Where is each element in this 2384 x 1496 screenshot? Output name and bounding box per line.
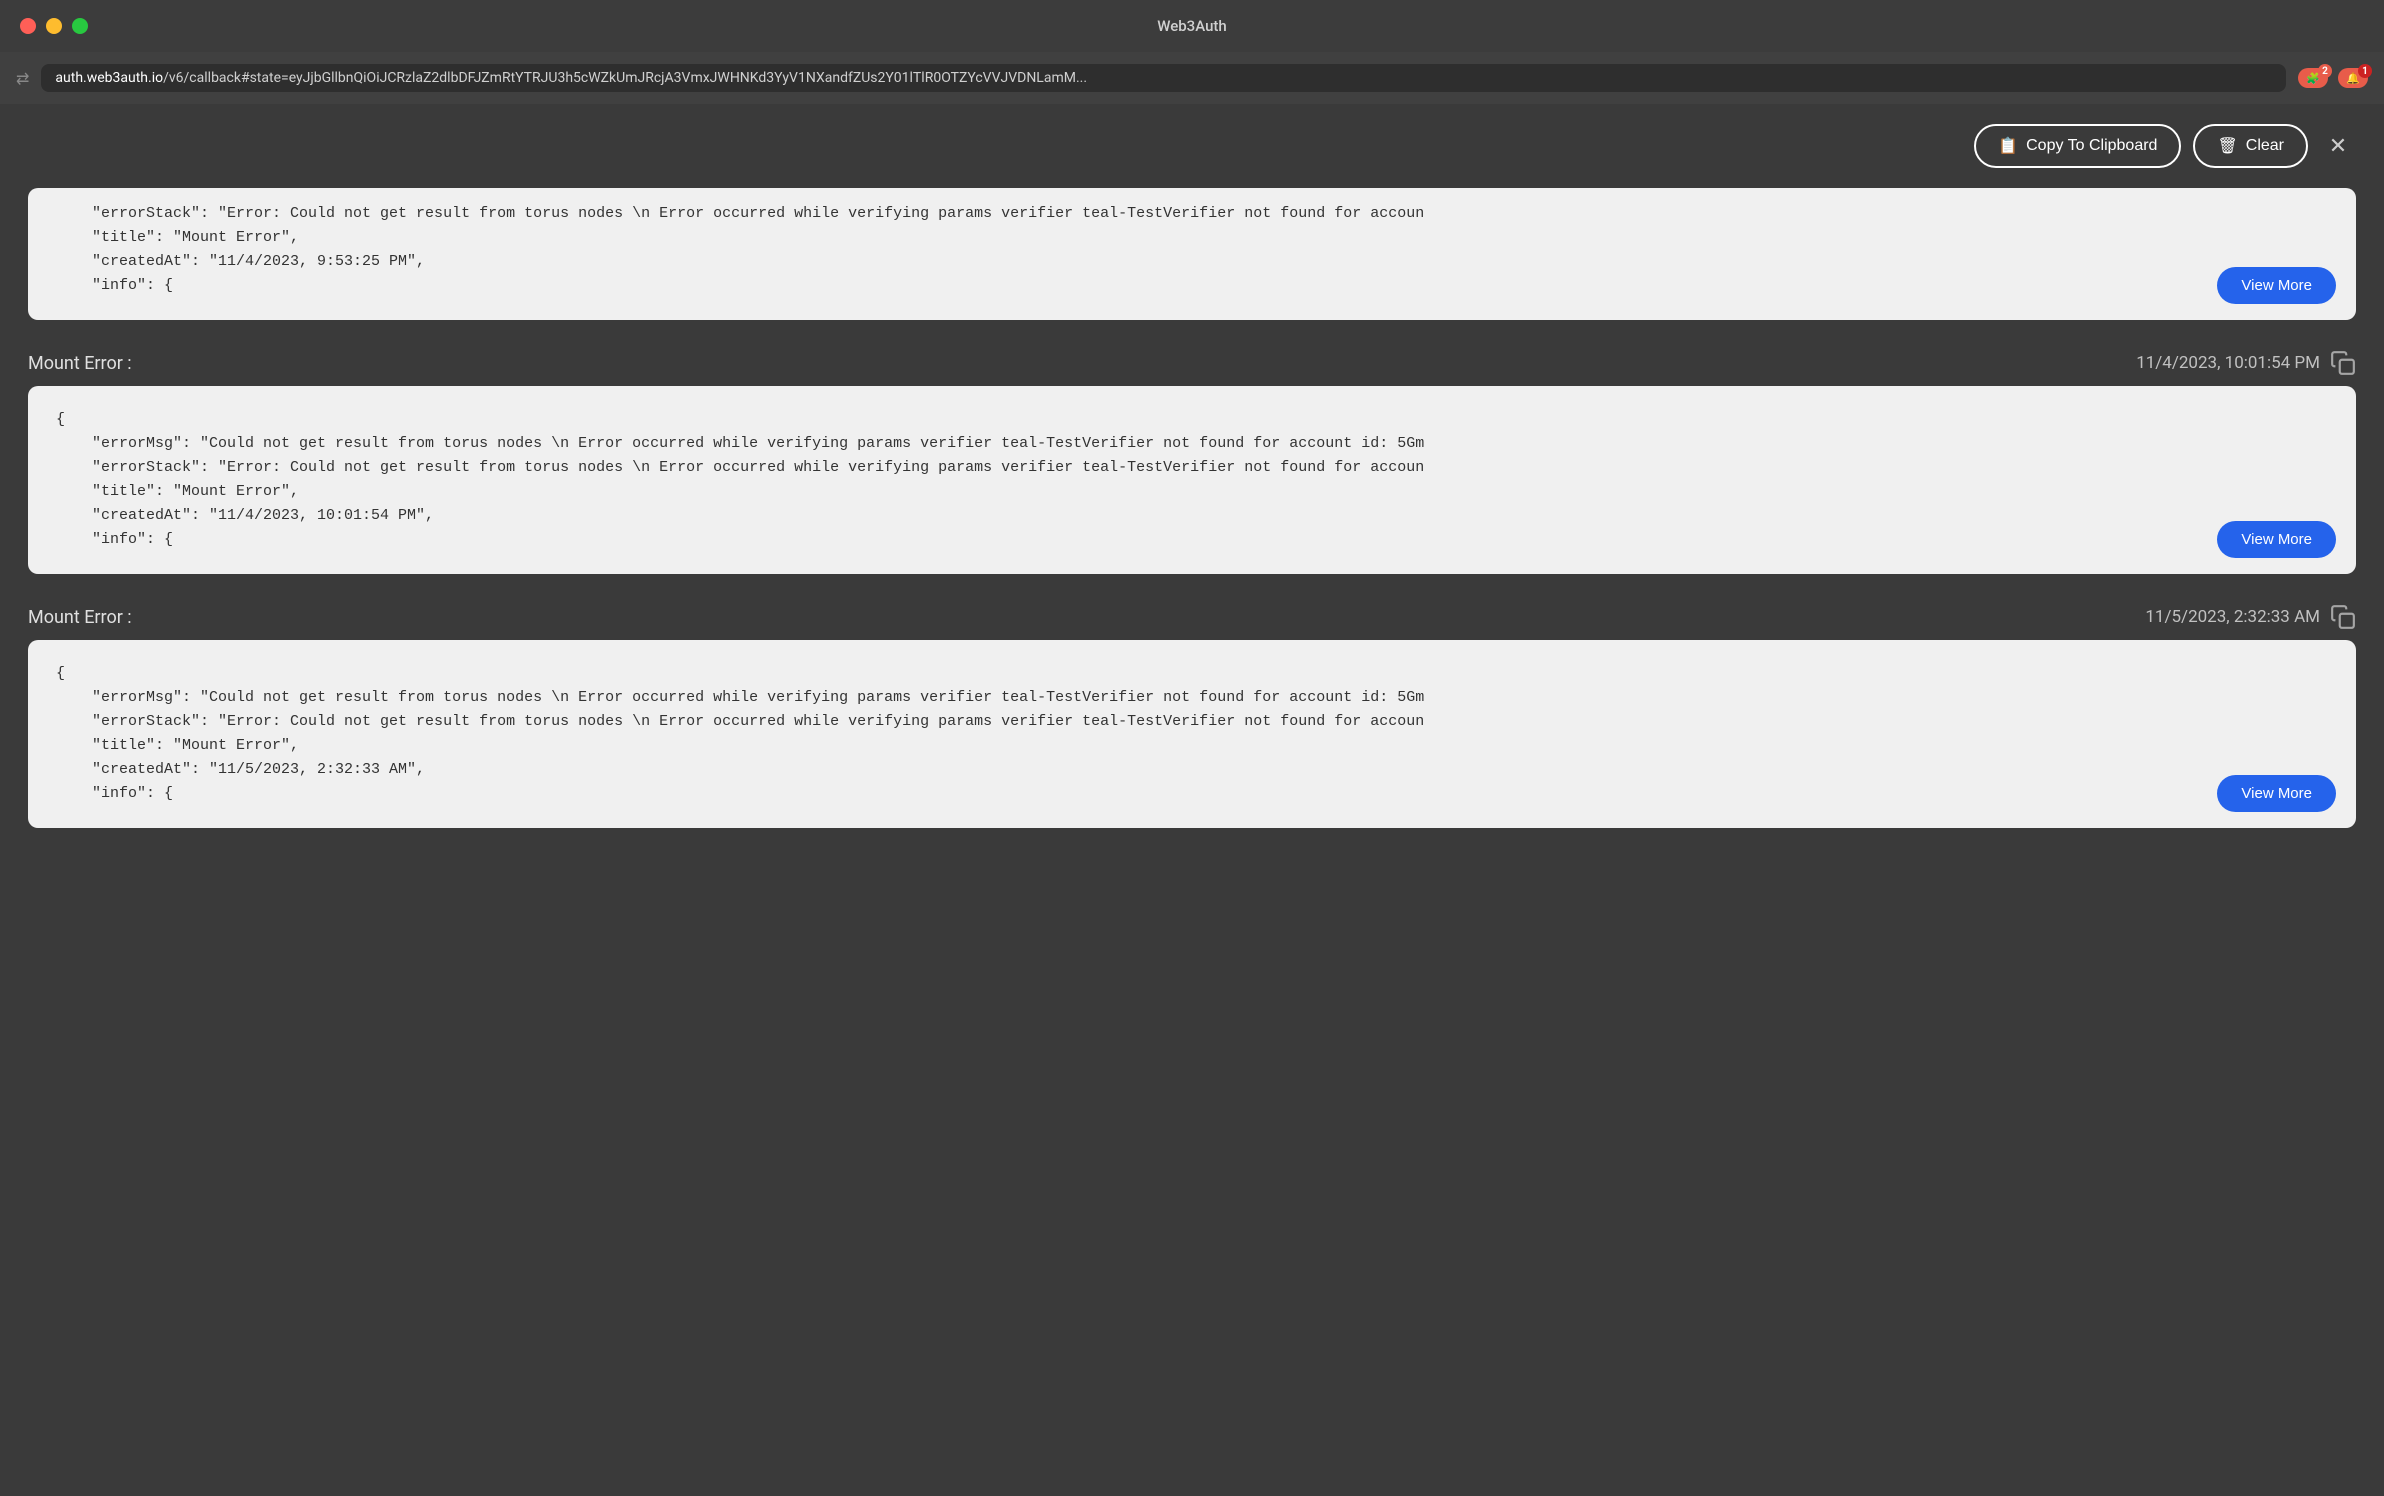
clear-button[interactable]: 🗑 Clear: [2193, 124, 2308, 168]
error-card-3: { "errorMsg": "Could not get result from…: [28, 640, 2356, 828]
trash-icon: 🗑: [2217, 136, 2237, 156]
clipboard-icon: 📋: [1998, 136, 2018, 156]
minimize-window-button[interactable]: [46, 18, 62, 34]
error-title-2: Mount Error :: [28, 353, 132, 374]
copy-icon-3[interactable]: [2330, 604, 2356, 630]
timestamp-text-3: 11/5/2023, 2:32:33 AM: [2145, 607, 2320, 627]
url-path: /v6/callback#state=eyJjbGllbnQiOiJCRzlaZ…: [163, 70, 1087, 86]
copy-icon-2[interactable]: [2330, 350, 2356, 376]
close-button[interactable]: ✕: [2320, 128, 2356, 164]
error-content-2: { "errorMsg": "Could not get result from…: [56, 408, 2328, 552]
window-title: Web3Auth: [1157, 17, 1227, 35]
error-timestamp-3: 11/5/2023, 2:32:33 AM: [2145, 604, 2356, 630]
timestamp-text-2: 11/4/2023, 10:01:54 PM: [2136, 353, 2320, 373]
url-domain: auth.web3auth.io: [55, 70, 163, 86]
error-card-2: { "errorMsg": "Could not get result from…: [28, 386, 2356, 574]
error-section-2: Mount Error : 11/4/2023, 10:01:54 PM { "…: [28, 340, 2356, 574]
share-icon: ⇄: [16, 69, 29, 88]
error-header-3: Mount Error : 11/5/2023, 2:32:33 AM: [28, 594, 2356, 640]
window-controls: [20, 18, 88, 34]
main-content: 📋 Copy To Clipboard 🗑 Clear ✕ "errorStac…: [0, 104, 2384, 868]
error-card-1: "errorStack": "Error: Could not get resu…: [28, 188, 2356, 320]
view-more-button-2[interactable]: View More: [2217, 521, 2336, 558]
url-field[interactable]: auth.web3auth.io/v6/callback#state=eyJjb…: [41, 64, 2286, 92]
alert-badge[interactable]: 🔔 1: [2338, 68, 2368, 88]
error-section-3: Mount Error : 11/5/2023, 2:32:33 AM { "e…: [28, 594, 2356, 828]
view-more-button-1[interactable]: View More: [2217, 267, 2336, 304]
address-right-icons: 🧩 2 🔔 1: [2298, 68, 2368, 88]
error-header-2: Mount Error : 11/4/2023, 10:01:54 PM: [28, 340, 2356, 386]
error-section-1: "errorStack": "Error: Could not get resu…: [28, 188, 2356, 320]
view-more-button-3[interactable]: View More: [2217, 775, 2336, 812]
badge-count: 2: [2318, 64, 2332, 78]
copy-to-clipboard-button[interactable]: 📋 Copy To Clipboard: [1974, 124, 2181, 168]
error-content-1: "errorStack": "Error: Could not get resu…: [56, 202, 2328, 298]
address-bar: ⇄ auth.web3auth.io/v6/callback#state=eyJ…: [0, 52, 2384, 104]
error-timestamp-2: 11/4/2023, 10:01:54 PM: [2136, 350, 2356, 376]
error-content-3: { "errorMsg": "Could not get result from…: [56, 662, 2328, 806]
alert-count: 1: [2358, 64, 2372, 78]
close-window-button[interactable]: [20, 18, 36, 34]
title-bar: Web3Auth: [0, 0, 2384, 52]
toolbar: 📋 Copy To Clipboard 🗑 Clear ✕: [28, 124, 2356, 168]
maximize-window-button[interactable]: [72, 18, 88, 34]
notification-badge[interactable]: 🧩 2: [2298, 68, 2328, 88]
error-title-3: Mount Error :: [28, 607, 132, 628]
